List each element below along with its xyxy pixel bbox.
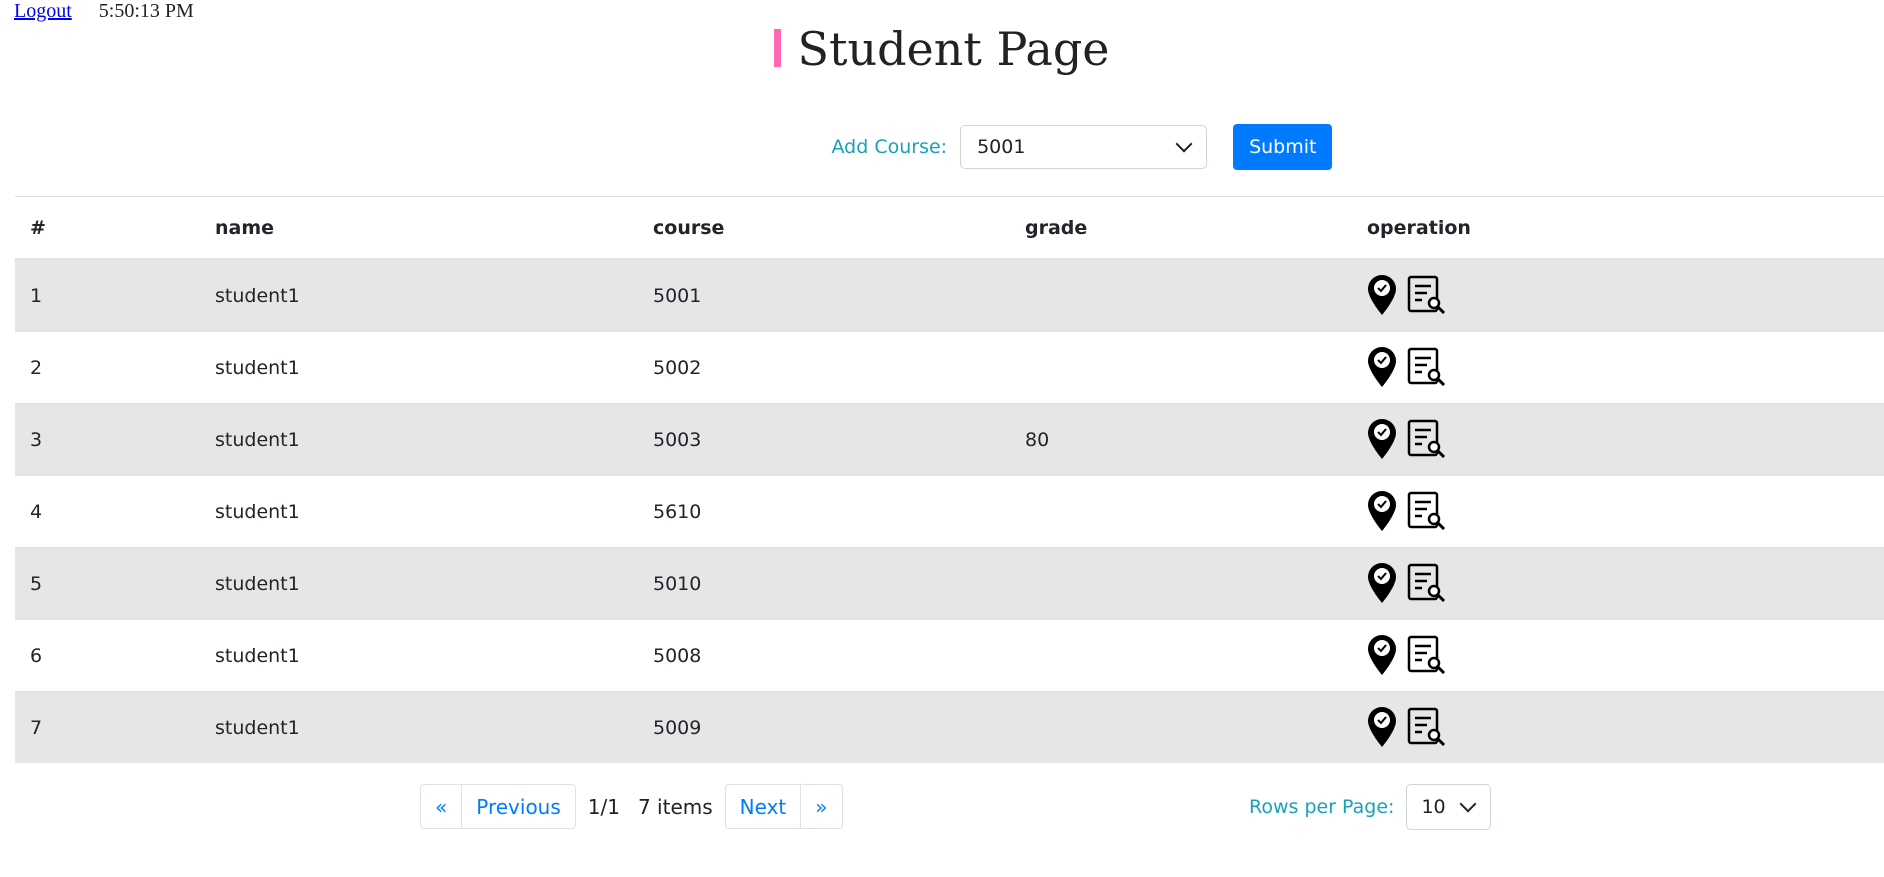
row-grade bbox=[1010, 475, 1352, 548]
course-select[interactable]: 5001 bbox=[960, 125, 1208, 169]
row-course: 5001 bbox=[638, 258, 1010, 332]
table-row: 6 student1 5008 bbox=[15, 619, 1884, 692]
row-operation bbox=[1352, 403, 1884, 476]
row-grade bbox=[1010, 331, 1352, 404]
location-check-icon[interactable] bbox=[1367, 562, 1397, 609]
operation-icons bbox=[1367, 630, 1869, 681]
row-course: 5610 bbox=[638, 475, 1010, 548]
row-index: 4 bbox=[15, 475, 200, 548]
location-check-icon[interactable] bbox=[1367, 274, 1397, 321]
row-course: 5002 bbox=[638, 331, 1010, 404]
header-grade: grade bbox=[1010, 196, 1352, 260]
course-table: # name course grade operation 1 student1 5… bbox=[15, 196, 1884, 763]
operation-icons bbox=[1367, 270, 1869, 321]
row-index: 1 bbox=[15, 258, 200, 332]
rows-per-page-label: Rows per Page: bbox=[1249, 796, 1395, 818]
row-grade bbox=[1010, 547, 1352, 620]
document-search-icon[interactable] bbox=[1407, 563, 1447, 608]
row-grade: 80 bbox=[1010, 403, 1352, 476]
location-check-icon[interactable] bbox=[1367, 346, 1397, 393]
logout-link[interactable]: Logout bbox=[14, 0, 72, 22]
title-accent-bar bbox=[774, 29, 782, 67]
row-operation bbox=[1352, 691, 1884, 763]
row-operation bbox=[1352, 258, 1884, 332]
row-operation bbox=[1352, 619, 1884, 692]
chevron-down-icon bbox=[1175, 135, 1193, 153]
row-index: 3 bbox=[15, 403, 200, 476]
row-index: 6 bbox=[15, 619, 200, 692]
row-name: student1 bbox=[200, 403, 638, 476]
item-count: 7 items bbox=[637, 794, 713, 819]
row-operation bbox=[1352, 547, 1884, 620]
course-select-value: 5001 bbox=[977, 136, 1026, 158]
table-row: 5 student1 5010 bbox=[15, 547, 1884, 620]
table-header-row: # name course grade operation bbox=[15, 196, 1884, 260]
row-name: student1 bbox=[200, 331, 638, 404]
document-search-icon[interactable] bbox=[1407, 347, 1447, 392]
row-name: student1 bbox=[200, 547, 638, 620]
add-course-form: Add Course: 5001 Submit bbox=[0, 124, 1884, 170]
header-name: name bbox=[200, 196, 638, 260]
row-grade bbox=[1010, 691, 1352, 763]
rows-per-page: Rows per Page: 10 bbox=[1249, 784, 1492, 830]
add-course-label: Add Course: bbox=[831, 136, 948, 158]
first-page-button[interactable]: « bbox=[420, 784, 463, 829]
header-course: course bbox=[638, 196, 1010, 260]
page-title-container: Student Page bbox=[0, 22, 1884, 76]
row-grade bbox=[1010, 258, 1352, 332]
operation-icons bbox=[1367, 558, 1869, 609]
row-course: 5010 bbox=[638, 547, 1010, 620]
next-page-button[interactable]: Next bbox=[724, 784, 802, 829]
location-check-icon[interactable] bbox=[1367, 490, 1397, 537]
row-course: 5008 bbox=[638, 619, 1010, 692]
row-operation bbox=[1352, 475, 1884, 548]
row-index: 2 bbox=[15, 331, 200, 404]
clock: 5:50:13 PM bbox=[98, 0, 194, 22]
row-name: student1 bbox=[200, 258, 638, 332]
location-check-icon[interactable] bbox=[1367, 634, 1397, 681]
row-name: student1 bbox=[200, 619, 638, 692]
row-name: student1 bbox=[200, 475, 638, 548]
table-row: 3 student1 5003 80 bbox=[15, 403, 1884, 476]
rows-per-page-select[interactable]: 10 bbox=[1406, 784, 1492, 830]
table-row: 1 student1 5001 bbox=[15, 258, 1884, 332]
table-row: 2 student1 5002 bbox=[15, 331, 1884, 404]
document-search-icon[interactable] bbox=[1407, 491, 1447, 536]
row-name: student1 bbox=[200, 691, 638, 763]
header-index: # bbox=[15, 196, 200, 260]
document-search-icon[interactable] bbox=[1407, 635, 1447, 680]
document-search-icon[interactable] bbox=[1407, 707, 1447, 752]
row-index: 7 bbox=[15, 691, 200, 763]
row-course: 5009 bbox=[638, 691, 1010, 763]
operation-icons bbox=[1367, 414, 1869, 465]
chevron-down-icon bbox=[1459, 795, 1477, 813]
location-check-icon[interactable] bbox=[1367, 706, 1397, 753]
table-row: 7 student1 5009 bbox=[15, 691, 1884, 763]
document-search-icon[interactable] bbox=[1407, 419, 1447, 464]
operation-icons bbox=[1367, 486, 1869, 537]
page-info: 1/1 7 items bbox=[588, 795, 713, 819]
row-index: 5 bbox=[15, 547, 200, 620]
row-course: 5003 bbox=[638, 403, 1010, 476]
pagination: « Previous 1/1 7 items Next » bbox=[420, 784, 843, 829]
row-operation bbox=[1352, 331, 1884, 404]
page-title: Student Page bbox=[797, 22, 1110, 76]
top-bar: Logout 5:50:13 PM bbox=[14, 0, 194, 23]
header-operation: operation bbox=[1352, 196, 1884, 260]
last-page-button[interactable]: » bbox=[801, 784, 843, 829]
rows-per-page-value: 10 bbox=[1421, 796, 1446, 818]
operation-icons bbox=[1367, 342, 1869, 393]
document-search-icon[interactable] bbox=[1407, 275, 1447, 320]
operation-icons bbox=[1367, 702, 1869, 753]
table-row: 4 student1 5610 bbox=[15, 475, 1884, 548]
page-number: 1/1 bbox=[587, 794, 620, 819]
location-check-icon[interactable] bbox=[1367, 418, 1397, 465]
row-grade bbox=[1010, 619, 1352, 692]
previous-page-button[interactable]: Previous bbox=[462, 784, 576, 829]
submit-button[interactable]: Submit bbox=[1233, 124, 1333, 170]
